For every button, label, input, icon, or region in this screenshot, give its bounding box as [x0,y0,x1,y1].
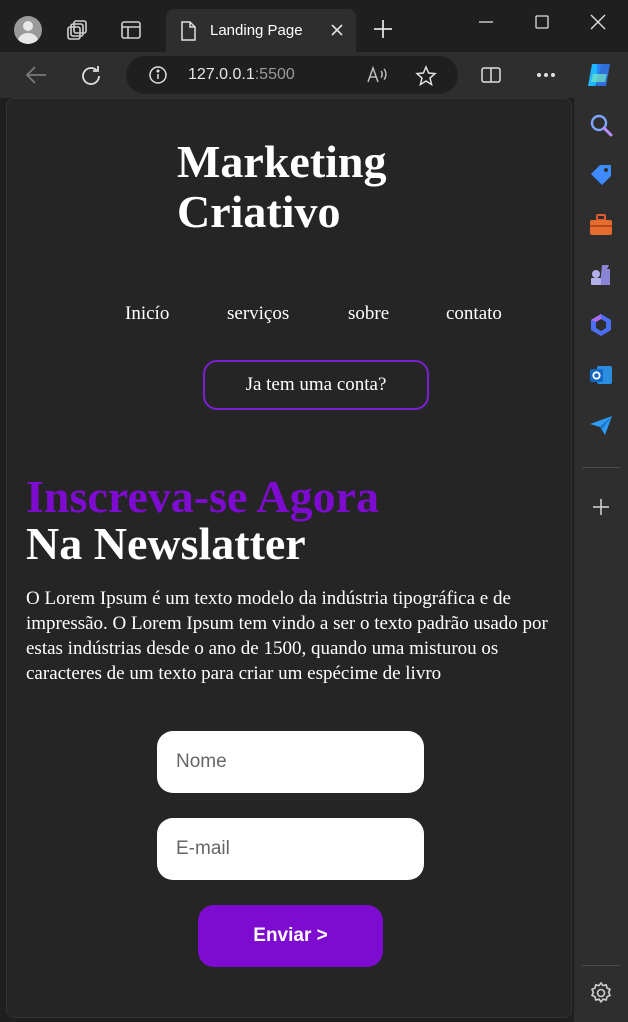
sidebar-divider [582,467,620,468]
tab-title: Landing Page [210,22,303,39]
intro-paragraph: O Lorem Ipsum é um texto modelo da indús… [26,588,548,684]
split-screen-icon[interactable] [480,64,502,86]
games-icon[interactable] [588,262,614,288]
site-logo[interactable]: Marketing Criativo [177,137,387,237]
copilot-icon[interactable] [584,60,614,90]
back-icon[interactable] [24,64,48,86]
sidebar-divider-bottom [582,965,620,966]
title-bar: Landing Page [0,0,628,52]
maximize-icon[interactable] [532,12,552,32]
logo-line-2: Criativo [177,186,341,237]
email-input[interactable] [157,818,424,880]
close-window-icon[interactable] [588,12,608,32]
refresh-icon[interactable] [79,64,103,88]
nav-link-inicio[interactable]: Inicío [125,303,169,325]
name-input[interactable] [157,731,424,793]
edge-sidebar [574,98,628,1022]
outlook-icon[interactable] [588,362,614,388]
workspaces-icon[interactable] [66,18,90,42]
more-options-icon[interactable] [536,72,556,78]
url-text[interactable]: 127.0.0.1:5500 [188,66,295,84]
close-tab-icon[interactable] [330,23,344,37]
send-icon[interactable] [588,412,614,438]
minimize-icon[interactable] [476,12,496,32]
site-info-icon[interactable] [148,65,168,85]
profile-avatar-icon[interactable] [14,16,42,44]
nav-link-contato[interactable]: contato [446,303,502,325]
tools-briefcase-icon[interactable] [588,212,614,238]
nav-link-sobre[interactable]: sobre [348,303,389,325]
tab-actions-icon[interactable] [119,18,143,42]
address-bar[interactable]: 127.0.0.1:5500 [126,56,458,94]
read-aloud-icon[interactable] [366,65,388,85]
login-button[interactable]: Ja tem uma conta? [203,360,429,410]
settings-gear-icon[interactable] [588,980,614,1006]
tab-landing-page[interactable]: Landing Page [166,9,356,52]
add-icon[interactable] [588,494,614,520]
url-port: :5500 [254,66,295,83]
page-viewport: Marketing Criativo Inicío serviços sobre… [6,98,572,1018]
new-tab-icon[interactable] [372,18,394,40]
headline-newsletter: Na Newslatter [26,518,306,569]
logo-line-1: Marketing [177,136,387,187]
copilot-sidebar-icon[interactable] [588,312,614,338]
shopping-tag-icon[interactable] [588,162,614,188]
headline-subscribe: Inscreva-se Agora [26,471,380,522]
nav-link-servicos[interactable]: serviços [227,303,289,325]
page-icon [181,21,196,41]
favorite-star-icon[interactable] [415,65,437,87]
search-icon[interactable] [588,112,614,138]
submit-button[interactable]: Enviar > [198,905,383,967]
url-host: 127.0.0.1 [188,66,255,83]
navigation-bar: 127.0.0.1:5500 [0,52,628,98]
